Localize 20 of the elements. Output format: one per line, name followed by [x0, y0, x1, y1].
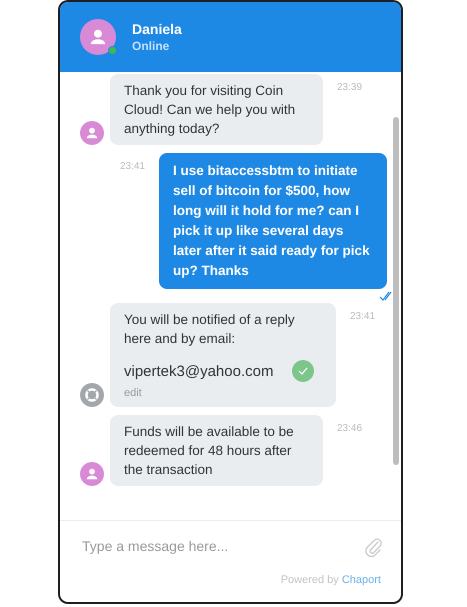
avatar-icon	[80, 19, 116, 55]
message-time: 23:46	[337, 422, 362, 436]
scrollbar[interactable]	[393, 117, 399, 465]
message-text: You will be notified of a reply here and by email:	[124, 311, 296, 348]
edit-link[interactable]: edit	[124, 386, 142, 400]
lifebuoy-icon	[80, 383, 104, 407]
powered-by-text: Powered by Chaport	[280, 573, 381, 588]
chaport-link[interactable]: Chaport	[342, 574, 381, 586]
message-time: 23:41	[350, 310, 376, 324]
message-bubble: Thank you for visiting Coin Cloud! Can we help you with anything today?	[110, 74, 323, 145]
email-address: vipertek3@yahoo.com	[124, 362, 274, 380]
agent-status: Online	[132, 38, 170, 54]
message-bubble: I use bitaccessbtm to initiate sell of bitcoin for $500, how long will it hold for me? can I pick it up like several days later after it said ready for pick up? Thanks	[159, 153, 387, 289]
agent-name: Daniela	[132, 20, 182, 38]
paperclip-icon[interactable]	[363, 536, 383, 558]
message-bubble: Funds will be available to be redeemed for 48 hours after the transaction	[110, 415, 323, 486]
avatar-icon	[80, 121, 104, 145]
message-time: 23:39	[337, 81, 362, 95]
avatar-icon	[80, 462, 104, 486]
message-time: 23:41	[120, 160, 145, 174]
